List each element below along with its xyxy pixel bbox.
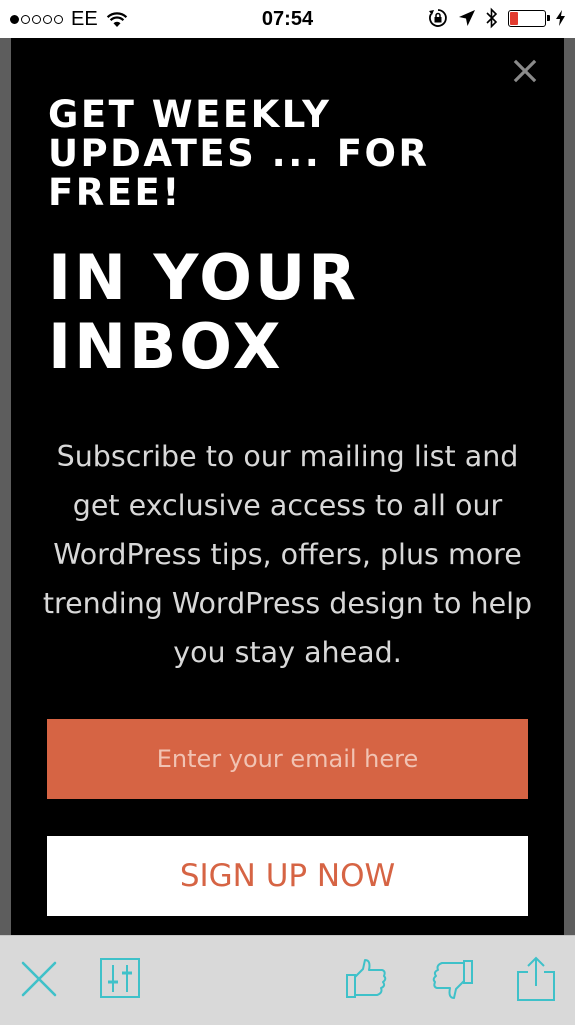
rotation-lock-icon xyxy=(429,9,447,27)
background-page-right xyxy=(564,38,575,935)
background-page-left xyxy=(0,38,11,935)
sign-up-button[interactable]: SIGN UP NOW xyxy=(47,836,528,916)
charging-bolt-icon xyxy=(556,10,565,26)
share-icon[interactable] xyxy=(514,956,558,1002)
thumbs-down-icon[interactable] xyxy=(431,956,475,1002)
status-right xyxy=(428,7,565,29)
modal-description: Subscribe to our mailing list and get ex… xyxy=(42,440,533,669)
modal-subheading: IN YOUR INBOX xyxy=(48,241,360,383)
bluetooth-icon xyxy=(486,7,498,29)
battery-level-fill xyxy=(510,11,518,25)
location-arrow-icon xyxy=(459,10,475,26)
close-icon[interactable] xyxy=(512,58,538,84)
close-icon[interactable] xyxy=(17,956,61,1002)
modal-heading: GET WEEKLY UPDATES ... FOR FREE! xyxy=(48,93,430,214)
status-bar: EE 07:54 xyxy=(0,0,575,38)
bottom-toolbar xyxy=(0,935,575,1025)
battery-icon xyxy=(508,9,550,27)
sliders-icon[interactable] xyxy=(98,956,142,1002)
email-input[interactable] xyxy=(47,719,528,799)
subscribe-modal: GET WEEKLY UPDATES ... FOR FREE! IN YOUR… xyxy=(11,38,564,935)
thumbs-up-icon[interactable] xyxy=(344,956,388,1002)
